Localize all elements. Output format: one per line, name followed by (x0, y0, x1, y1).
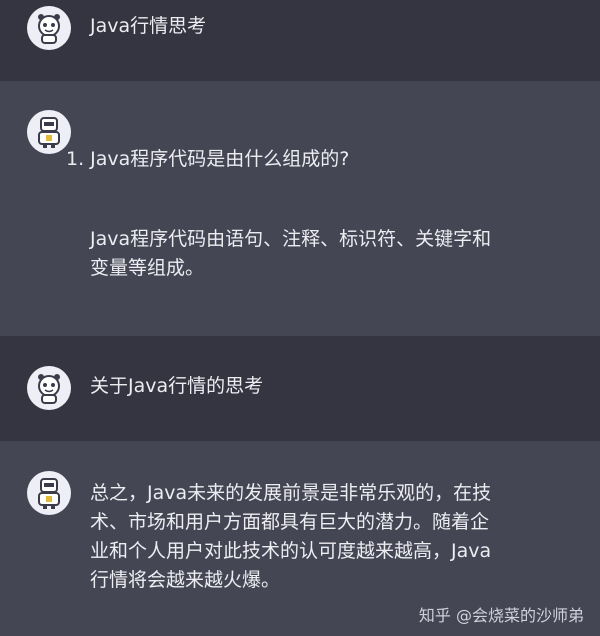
assistant-answer-line-2: 术、市场和用户方面都具有巨大的潜力。随着企 (90, 511, 490, 533)
robot-avatar-icon (27, 110, 71, 154)
robot-avatar-icon (27, 471, 71, 515)
robot-head-avatar-icon (27, 366, 71, 410)
assistant-message-1: 1. Java程序代码是由什么组成的? Java程序代码由语句、注释、标识符、关… (0, 81, 600, 336)
user-message-text: 关于Java行情的思考 (90, 375, 264, 397)
assistant-question-line: 1. Java程序代码是由什么组成的? (66, 148, 350, 170)
watermark-text: 知乎 @会烧菜的沙师弟 (418, 606, 584, 625)
assistant-answer-line-3: 业和个人用户对此技术的认可度越来越高，Java (90, 540, 492, 562)
robot-head-avatar-icon (27, 6, 71, 50)
assistant-answer-line-2: 变量等组成。 (90, 257, 205, 279)
assistant-message-2: 总之，Java未来的发展前景是非常乐观的，在技 术、市场和用户方面都具有巨大的潜… (0, 441, 600, 636)
assistant-answer-line-4: 行情将会越来越火爆。 (90, 569, 281, 591)
assistant-answer-line-1: Java程序代码由语句、注释、标识符、关键字和 (90, 228, 492, 250)
user-message-text: Java行情思考 (90, 15, 207, 37)
user-message-1: Java行情思考 (0, 0, 600, 81)
assistant-answer-line-1: 总之，Java未来的发展前景是非常乐观的，在技 (90, 482, 492, 504)
user-message-2: 关于Java行情的思考 (0, 336, 600, 441)
